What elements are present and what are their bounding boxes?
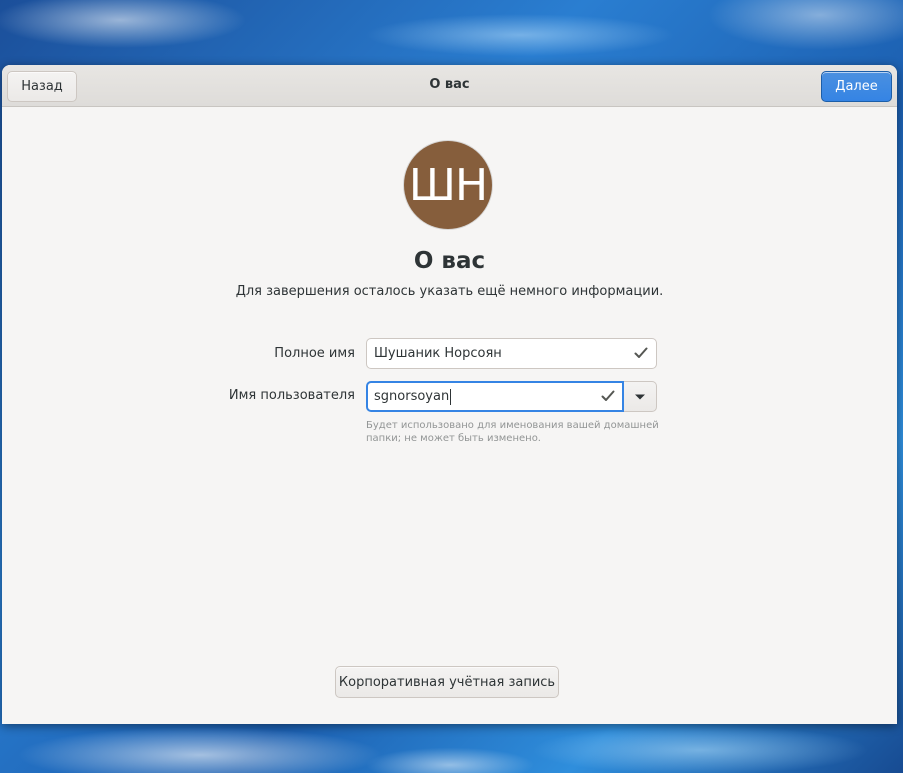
text-cursor <box>450 388 452 405</box>
fullname-label: Полное имя <box>274 346 355 361</box>
window-title: О вас <box>429 77 470 92</box>
header-bar: Назад О вас Далее <box>2 65 897 107</box>
fullname-value: Шушаник Норсоян <box>374 346 502 361</box>
chevron-down-icon <box>635 394 645 399</box>
avatar-initials: ШН <box>408 159 488 211</box>
username-field[interactable]: sgnorsoyan <box>366 381 624 412</box>
username-suggestions-dropdown[interactable] <box>624 381 657 412</box>
username-label: Имя пользователя <box>228 388 355 403</box>
initial-setup-window: Назад О вас Далее ШН О вас Для завершени… <box>2 65 897 724</box>
check-icon <box>634 347 648 358</box>
username-hint: Будет использовано для именования вашей … <box>366 420 659 444</box>
username-value: sgnorsoyan <box>374 389 450 404</box>
next-button[interactable]: Далее <box>821 71 892 102</box>
page-heading: О вас <box>413 248 486 274</box>
check-icon <box>601 390 615 401</box>
enterprise-login-button[interactable]: Корпоративная учётная запись <box>335 666 559 698</box>
avatar[interactable]: ШН <box>404 141 492 229</box>
fullname-field[interactable]: Шушаник Норсоян <box>366 338 657 369</box>
page-subtitle: Для завершения осталось указать ещё немн… <box>235 284 664 299</box>
